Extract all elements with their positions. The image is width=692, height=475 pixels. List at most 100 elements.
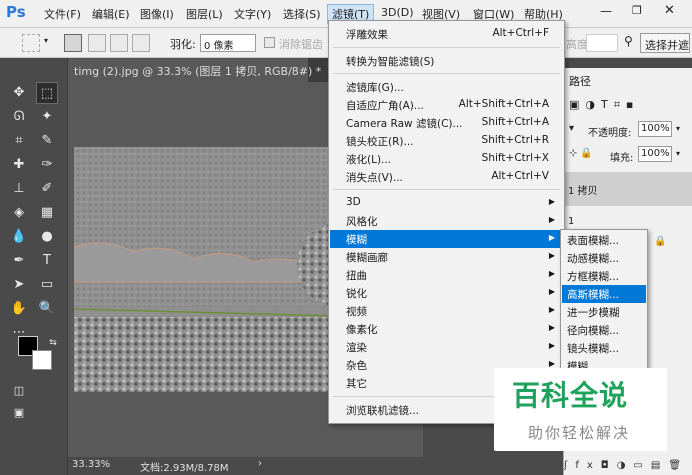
lock-icon: 🔒	[654, 236, 667, 247]
type-tool-icon[interactable]: T	[36, 250, 58, 272]
submenu-item-radial-blur[interactable]: 径向模糊...	[562, 321, 646, 339]
menu-item-lens-correction[interactable]: 镜头校正(R)... Shift+Ctrl+R	[330, 132, 563, 150]
menu-select[interactable]: 选择(S)	[283, 6, 321, 22]
submenu-arrow-icon: ▶	[548, 197, 555, 206]
eraser-tool-icon[interactable]: ◈	[8, 202, 30, 224]
menu-item-pixelate[interactable]: 像素化 ▶	[330, 320, 563, 338]
status-bar: 33.33% 文档:2.93M/8.78M ›	[68, 457, 423, 475]
menu-item-filter-gallery[interactable]: 滤镜库(G)...	[330, 78, 563, 96]
menu-file[interactable]: 文件(F)	[44, 6, 81, 22]
opacity-input[interactable]: 100%	[638, 121, 672, 137]
subtract-selection-icon[interactable]	[110, 34, 128, 52]
menu-item-liquify[interactable]: 液化(L)... Shift+Ctrl+X	[330, 150, 563, 168]
menu-item-emboss[interactable]: 浮雕效果 Alt+Ctrl+F	[330, 25, 563, 43]
restore-icon[interactable]: ❐	[632, 4, 642, 17]
fill-input[interactable]: 100%	[638, 146, 672, 162]
path-selection-tool-icon[interactable]: ➤	[8, 274, 30, 296]
menu-item-vanishing-point[interactable]: 消失点(V)... Alt+Ctrl+V	[330, 168, 563, 186]
pen-tool-icon[interactable]: ✒	[8, 250, 30, 272]
marquee-tool-icon[interactable]: ⬚	[36, 82, 58, 104]
submenu-arrow-icon: ▶	[548, 359, 555, 368]
antialias-label: 消除锯齿	[279, 38, 323, 51]
menu-item-3d[interactable]: 3D ▶	[330, 194, 563, 212]
submenu-arrow-icon: ▶	[548, 233, 555, 242]
submenu-arrow-icon: ▶	[548, 341, 555, 350]
blur-tool-icon[interactable]: 💧	[8, 226, 30, 248]
menu-item-blur[interactable]: 模糊 ▶	[330, 230, 563, 248]
feather-label: 羽化:	[170, 38, 196, 51]
submenu-item-lens-blur[interactable]: 镜头模糊...	[562, 339, 646, 357]
minimize-icon[interactable]: —	[600, 4, 612, 18]
menu-type[interactable]: 文字(Y)	[234, 6, 271, 22]
new-selection-icon[interactable]	[64, 34, 82, 52]
dodge-tool-icon[interactable]: ●	[36, 226, 58, 248]
quick-mask-icon[interactable]: ◫	[8, 380, 30, 402]
rectangle-tool-icon[interactable]: ▭	[36, 274, 58, 296]
add-selection-icon[interactable]	[88, 34, 106, 52]
intersect-selection-icon[interactable]	[132, 34, 150, 52]
watermark-subtitle: 助你轻松解决	[528, 424, 631, 442]
chevron-down-icon[interactable]: ▾	[676, 124, 680, 133]
menu-item-blur-gallery[interactable]: 模糊画廊 ▶	[330, 248, 563, 266]
select-and-mask-button[interactable]: 选择并遮	[640, 33, 690, 53]
antialias-checkbox[interactable]	[264, 37, 275, 48]
feather-input[interactable]: 0 像素	[200, 34, 256, 52]
menu-separator	[333, 47, 560, 48]
brush-tool-icon[interactable]: ✑	[36, 154, 58, 176]
eyedropper-tool-icon[interactable]: ✎	[36, 130, 58, 152]
history-brush-tool-icon[interactable]: ✐	[36, 178, 58, 200]
menu-item-stylize[interactable]: 风格化 ▶	[330, 212, 563, 230]
menu-item-adaptive-wide-angle[interactable]: 自适应广角(A)... Alt+Shift+Ctrl+A	[330, 96, 563, 114]
chevron-down-icon[interactable]: ▾	[676, 149, 680, 158]
menu-item-sharpen[interactable]: 锐化 ▶	[330, 284, 563, 302]
layer-name: 1 拷贝	[568, 186, 598, 197]
menu-3d[interactable]: 3D(D)	[381, 6, 414, 19]
clone-stamp-tool-icon[interactable]: ⊥	[8, 178, 30, 200]
submenu-arrow-icon: ▶	[548, 215, 555, 224]
magic-wand-tool-icon[interactable]: ✦	[36, 106, 58, 128]
submenu-arrow-icon: ▶	[548, 287, 555, 296]
close-icon[interactable]: ✕	[664, 3, 675, 18]
submenu-arrow-icon: ▶	[548, 251, 555, 260]
menu-item-render[interactable]: 渲染 ▶	[330, 338, 563, 356]
swap-colors-icon[interactable]: ⇆	[42, 332, 64, 354]
menu-item-camera-raw[interactable]: Camera Raw 滤镜(C)... Shift+Ctrl+A	[330, 114, 563, 132]
gradient-tool-icon[interactable]: ▦	[36, 202, 58, 224]
submenu-item-gaussian-blur[interactable]: 高斯模糊...	[562, 285, 646, 303]
search-icon[interactable]: ⚲	[624, 34, 633, 48]
watermark: 百科全说 助你轻松解决	[494, 368, 667, 451]
submenu-arrow-icon: ▶	[548, 305, 555, 314]
layer-actions-icons[interactable]: ʃfx◘◑▭▤🗑	[564, 460, 689, 471]
layer-filter-icons[interactable]: ▣◑T⌗▪	[569, 98, 639, 112]
submenu-item-blur-more[interactable]: 进一步模糊	[562, 303, 646, 321]
submenu-item-motion-blur[interactable]: 动感模糊...	[562, 249, 646, 267]
menu-edit[interactable]: 编辑(E)	[92, 6, 130, 22]
chevron-right-icon[interactable]: ›	[258, 458, 262, 469]
layer-row-selected[interactable]: 1 拷贝	[564, 172, 692, 206]
chevron-down-icon[interactable]: ▾	[44, 36, 48, 45]
healing-brush-tool-icon[interactable]: ✚	[8, 154, 30, 176]
fill-label: 填充:	[610, 153, 634, 164]
height-input[interactable]	[586, 34, 618, 52]
screen-mode-icon[interactable]: ▣	[8, 402, 30, 424]
lasso-tool-icon[interactable]: ᘏ	[8, 106, 30, 128]
hand-tool-icon[interactable]: ✋	[8, 298, 30, 320]
menu-item-smart-filter[interactable]: 转换为智能滤镜(S)	[330, 52, 563, 70]
move-tool-icon[interactable]: ✥	[8, 82, 30, 104]
submenu-item-box-blur[interactable]: 方框模糊...	[562, 267, 646, 285]
crop-tool-icon[interactable]: ⌗	[8, 130, 30, 152]
menu-layer[interactable]: 图层(L)	[186, 6, 223, 22]
submenu-arrow-icon: ▶	[548, 269, 555, 278]
menu-item-distort[interactable]: 扭曲 ▶	[330, 266, 563, 284]
menu-image[interactable]: 图像(I)	[140, 6, 174, 22]
lock-icons[interactable]: ⊹🔒	[569, 148, 596, 159]
photoshop-logo: Ps	[6, 3, 26, 21]
panel-tab-paths[interactable]: 路径	[569, 73, 591, 89]
document-tab[interactable]: timg (2).jpg @ 33.3% (图层 1 拷贝, RGB/8#) *	[68, 58, 321, 82]
zoom-level[interactable]: 33.33%	[72, 459, 110, 470]
submenu-item-surface-blur[interactable]: 表面模糊...	[562, 231, 646, 249]
menu-item-video[interactable]: 视频 ▶	[330, 302, 563, 320]
chevron-down-icon[interactable]: ▾	[569, 123, 574, 134]
zoom-tool-icon[interactable]: 🔍	[36, 298, 58, 320]
marquee-preset-icon[interactable]	[22, 34, 40, 52]
